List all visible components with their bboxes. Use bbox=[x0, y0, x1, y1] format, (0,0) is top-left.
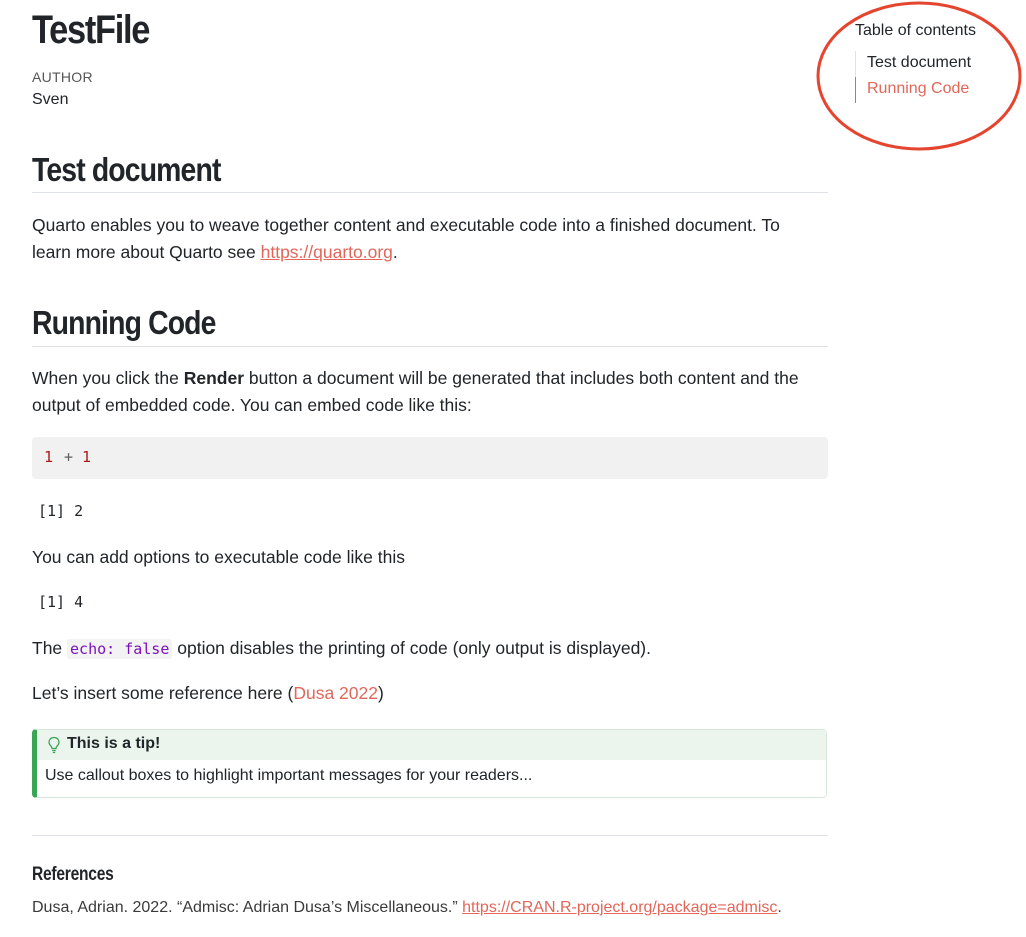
echo-text-suffix: option disables the printing of code (on… bbox=[172, 638, 652, 658]
references-heading: References bbox=[32, 864, 114, 885]
callout-header: This is a tip! bbox=[37, 730, 826, 760]
reference-entry-suffix: . bbox=[777, 899, 782, 916]
section-heading-test-document: Test document bbox=[32, 151, 221, 188]
options-paragraph: You can add options to executable code l… bbox=[32, 547, 405, 567]
intro-paragraph: Quarto enables you to weave together con… bbox=[32, 212, 822, 266]
toc-item-running-code[interactable]: Running Code bbox=[855, 77, 969, 103]
code-operator: + bbox=[64, 448, 74, 466]
echo-text-prefix: The bbox=[32, 638, 68, 658]
heading-divider bbox=[32, 346, 828, 347]
callout-body: Use callout boxes to highlight important… bbox=[45, 767, 533, 784]
author-label: AUTHOR bbox=[32, 69, 93, 85]
document-title: TestFile bbox=[32, 8, 150, 52]
section-heading-running-code: Running Code bbox=[32, 304, 216, 341]
reference-entry: Dusa, Adrian. 2022. “Admisc: Adrian Dusa… bbox=[32, 899, 782, 917]
toc-item-test-document[interactable]: Test document bbox=[855, 51, 971, 77]
citation-link[interactable]: Dusa 2022 bbox=[293, 683, 378, 703]
reference-text-prefix: Let’s insert some reference here ( bbox=[32, 683, 294, 703]
intro-text: Quarto enables you to weave together con… bbox=[32, 215, 780, 262]
code-number: 1 bbox=[82, 448, 92, 466]
author-name: Sven bbox=[32, 91, 69, 108]
code-block[interactable]: 1 + 1 bbox=[32, 437, 828, 479]
heading-divider bbox=[32, 192, 828, 193]
render-text-prefix: When you click the bbox=[32, 368, 184, 388]
toc-title: Table of contents bbox=[855, 22, 976, 39]
callout-title: This is a tip! bbox=[67, 735, 161, 752]
render-bold: Render bbox=[183, 368, 245, 388]
intro-suffix: . bbox=[392, 242, 398, 262]
echo-paragraph: The echo: false option disables the prin… bbox=[32, 635, 822, 663]
reference-text-suffix: ) bbox=[378, 683, 384, 703]
render-paragraph: When you click the Render button a docum… bbox=[32, 365, 822, 419]
reference-paragraph: Let’s insert some reference here (Dusa 2… bbox=[32, 680, 822, 707]
reference-entry-text: Dusa, Adrian. 2022. “Admisc: Adrian Dusa… bbox=[32, 899, 463, 916]
code-number: 1 bbox=[44, 448, 54, 466]
references-divider bbox=[32, 835, 828, 836]
quarto-link[interactable]: https://quarto.org bbox=[261, 242, 393, 262]
cran-link[interactable]: https://CRAN.R-project.org/package=admis… bbox=[462, 899, 777, 916]
code-output: [1] 4 bbox=[38, 593, 84, 611]
lightbulb-icon bbox=[48, 736, 60, 754]
tip-callout: This is a tip! Use callout boxes to high… bbox=[32, 729, 827, 798]
code-output: [1] 2 bbox=[38, 502, 84, 520]
inline-code: echo: false bbox=[67, 639, 173, 659]
